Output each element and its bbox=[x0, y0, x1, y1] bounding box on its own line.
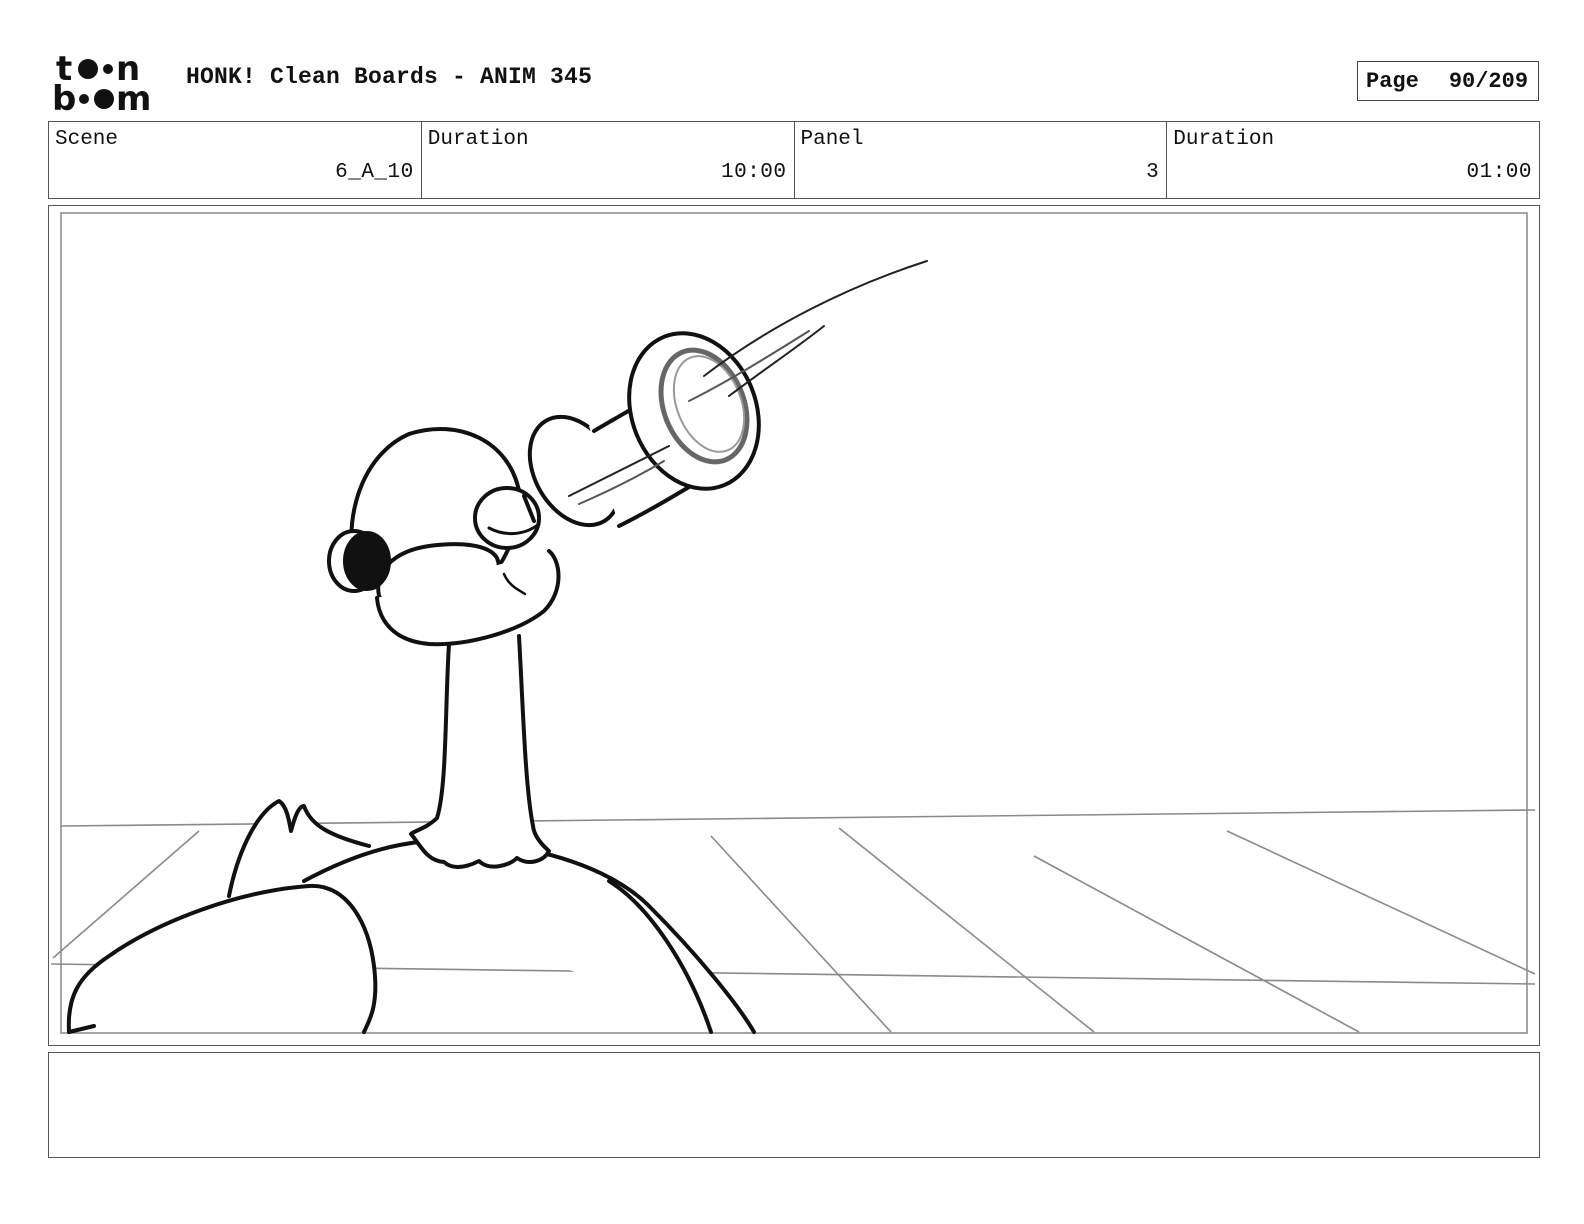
scene-label: Scene bbox=[55, 128, 119, 151]
svg-text:m: m bbox=[116, 79, 151, 114]
page-indicator: Page 90/209 bbox=[1357, 61, 1539, 101]
page-number: 90/209 bbox=[1448, 68, 1529, 94]
svg-text:b: b bbox=[52, 79, 76, 114]
panel-cell: Panel 3 bbox=[795, 122, 1168, 198]
scene-value: 6_A_10 bbox=[335, 161, 414, 184]
document-title: HONK! Clean Boards - ANIM 345 bbox=[186, 64, 593, 90]
panel-duration-value: 01:00 bbox=[1466, 161, 1532, 184]
scene-duration-label: Duration bbox=[427, 128, 529, 151]
panel-value: 3 bbox=[1146, 161, 1160, 184]
panel-notes-box bbox=[48, 1052, 1540, 1158]
goose-neck bbox=[409, 634, 551, 869]
scene-duration-cell: Duration 10:00 bbox=[422, 122, 795, 198]
goose-telescope-sketch bbox=[50, 212, 1536, 1034]
toon-boom-logo-icon: t n b m bbox=[52, 49, 164, 119]
goose-head bbox=[327, 427, 561, 647]
page-label: Page bbox=[1366, 68, 1419, 94]
panel-label: Panel bbox=[800, 128, 864, 151]
scene-info-table: Scene 6_A_10 Duration 10:00 Panel 3 Dura… bbox=[48, 121, 1540, 199]
scene-cell: Scene 6_A_10 bbox=[49, 122, 422, 198]
panel-duration-cell: Duration 01:00 bbox=[1167, 122, 1539, 198]
telescope bbox=[522, 331, 761, 528]
storyboard-panel bbox=[48, 205, 1540, 1046]
scene-duration-value: 10:00 bbox=[720, 161, 787, 184]
panel-duration-label: Duration bbox=[1173, 128, 1275, 151]
